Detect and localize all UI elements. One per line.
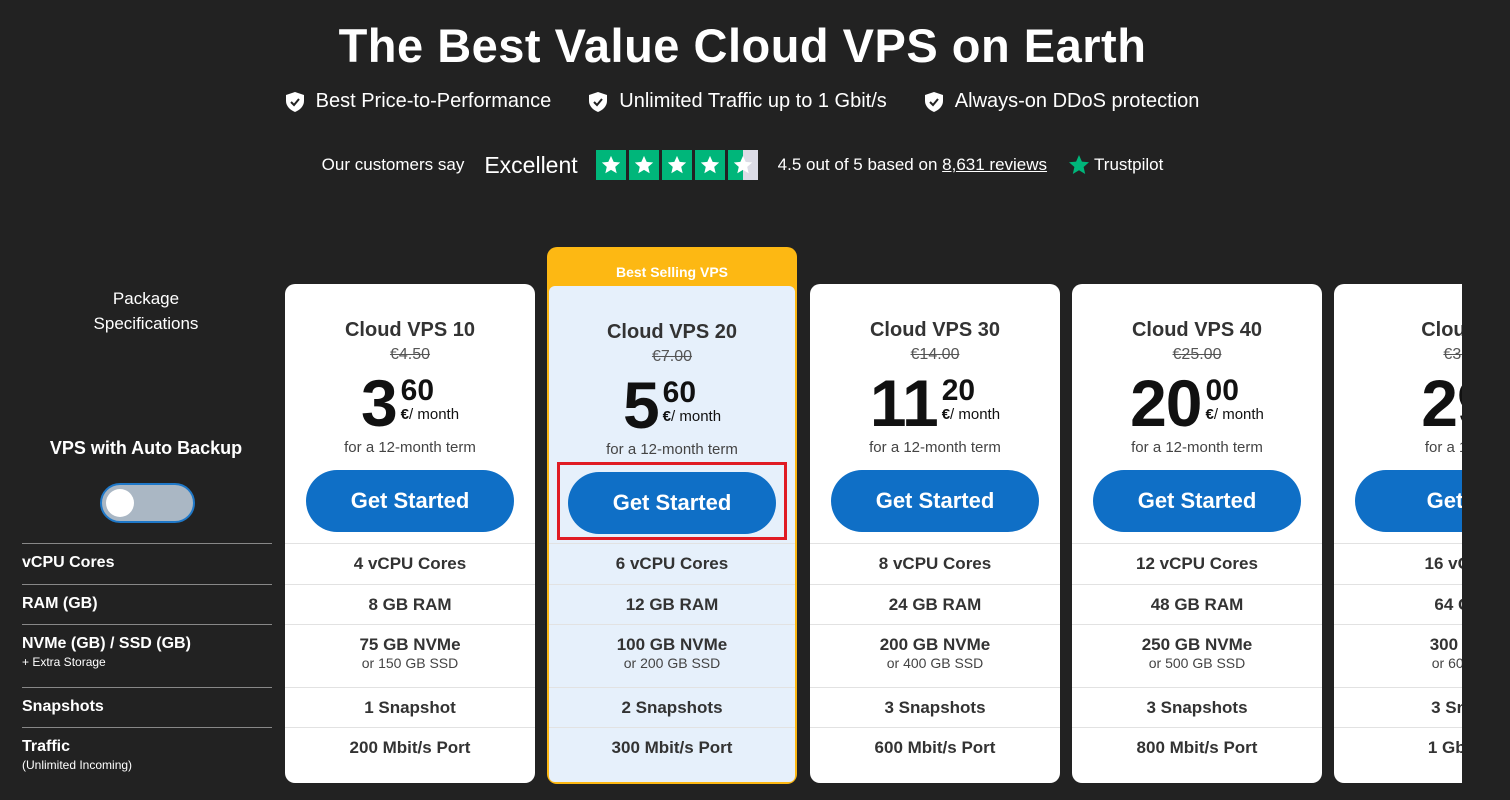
spec-label-vcpu: vCPU Cores: [22, 543, 272, 584]
plan-ram: 12 GB RAM: [549, 584, 795, 624]
plan-storage: 200 GB NVMe or 400 GB SSD: [810, 624, 1060, 687]
plan-card-vps-40: Cloud VPS 40 €25.00 20 00 €/ month for a …: [1072, 284, 1322, 783]
plan-traffic: 300 Mbit/s Port: [549, 727, 795, 782]
feature-label: Always-on DDoS protection: [954, 90, 1200, 112]
plan-price: 11 20 €/ month: [869, 366, 1001, 440]
trustpilot-logo[interactable]: Trustpilot: [1067, 153, 1163, 177]
rating-text: 4.5 out of 5 based on 8,631 reviews: [777, 155, 1048, 174]
get-started-button-vps-50[interactable]: Get St: [1355, 470, 1462, 532]
feature-item: Unlimited Traffic up to 1 Gbit/s: [589, 90, 887, 113]
plan-storage: 100 GB NVMe or 200 GB SSD: [549, 624, 795, 687]
toggle-knob: [106, 489, 134, 517]
plan-traffic: 800 Mbit/s Port: [1072, 727, 1322, 783]
plan-snapshots: 3 Snapshots: [810, 687, 1060, 727]
plan-card-vps-50: Cloud V €37. 29 for a 12-m Get St 16 vCP…: [1334, 284, 1462, 783]
plan-price: 5 60 €/ month: [622, 368, 722, 442]
plan-storage: 75 GB NVMe or 150 GB SSD: [285, 624, 535, 687]
trust-say: Our customers say: [321, 155, 465, 174]
plan-snapshots: 3 Snapshots: [1072, 687, 1322, 727]
half-star-icon: [727, 150, 758, 180]
plan-term: for a 12-month term: [344, 439, 476, 456]
plan-term: for a 12-month term: [869, 439, 1001, 456]
plan-card-vps-30: Cloud VPS 30 €14.00 11 20 €/ month for a …: [810, 284, 1060, 783]
best-selling-badge: Best Selling VPS: [615, 264, 729, 280]
plan-card-clip: Cloud V €37. 29 for a 12-m Get St 16 vCP…: [1334, 284, 1462, 783]
auto-backup-label: VPS with Auto Backup: [49, 438, 243, 458]
plan-ram: 48 GB RAM: [1072, 584, 1322, 624]
plan-old-price: €37.: [1443, 346, 1462, 363]
plan-ram: 64 GB: [1334, 584, 1462, 624]
spec-label-traffic: Traffic (Unlimited Incoming): [22, 727, 272, 777]
feature-item: Best Price-to-Performance: [285, 90, 552, 113]
plan-cpu: 8 vCPU Cores: [810, 543, 1060, 584]
page-title: The Best Value Cloud VPS on Earth: [338, 19, 1147, 72]
trustpilot-brand: Trustpilot: [1094, 155, 1164, 174]
plan-storage: 250 GB NVMe or 500 GB SSD: [1072, 624, 1322, 687]
plan-ram: 8 GB RAM: [285, 584, 535, 624]
get-started-button-vps-40[interactable]: Get Started: [1093, 470, 1301, 532]
get-started-button-vps-10[interactable]: Get Started: [306, 470, 514, 532]
feature-label: Best Price-to-Performance: [315, 90, 552, 112]
plan-snapshots: 1 Snapshot: [285, 687, 535, 727]
get-started-button-vps-30[interactable]: Get Started: [831, 470, 1039, 532]
plan-name: Cloud VPS 10: [344, 319, 476, 341]
auto-backup-toggle[interactable]: [100, 483, 195, 523]
plan-storage: 300 GBor 600 G: [1334, 624, 1462, 687]
plan-term: for a 12-month term: [1131, 439, 1263, 456]
shield-check-icon: [924, 91, 943, 112]
plan-cpu: 4 vCPU Cores: [285, 543, 535, 584]
spec-label-snapshots: Snapshots: [22, 687, 272, 727]
plan-cpu: 6 vCPU Cores: [549, 543, 795, 584]
trust-excellent: Excellent: [484, 151, 578, 178]
star-icon: [628, 150, 659, 180]
plan-card-vps-10: Cloud VPS 10 €4.50 3 60 €/ month for a 12…: [285, 284, 535, 783]
plan-cpu: 16 vCPU: [1334, 543, 1462, 584]
plan-price: 3 60 €/ month: [360, 366, 460, 440]
plan-name: Cloud VPS 30: [869, 319, 1001, 341]
plan-old-price: €25.00: [1172, 346, 1222, 363]
plan-snapshots: 3 Snap: [1334, 687, 1462, 727]
plan-old-price: €7.00: [651, 348, 693, 365]
trustpilot-star-icon: [1069, 155, 1090, 174]
feature-list: Best Price-to-Performance Unlimited Traf…: [0, 90, 1485, 113]
plan-old-price: €14.00: [910, 346, 960, 363]
plan-ram: 24 GB RAM: [810, 584, 1060, 624]
package-specifications-heading: Package Specifications: [93, 289, 199, 333]
plan-price: 29: [1421, 366, 1462, 440]
star-rating: [595, 150, 758, 180]
plan-name: Cloud VPS 40: [1131, 319, 1263, 341]
plan-cpu: 12 vCPU Cores: [1072, 543, 1322, 584]
feature-label: Unlimited Traffic up to 1 Gbit/s: [619, 90, 887, 112]
reviews-link[interactable]: 8,631 reviews: [942, 155, 1047, 174]
shield-check-icon: [285, 91, 304, 112]
trustpilot-bar: Our customers say Excellent 4.5 out of 5…: [0, 150, 1485, 180]
plan-snapshots: 2 Snapshots: [549, 687, 795, 727]
feature-item: Always-on DDoS protection: [924, 90, 1200, 113]
shield-check-icon: [589, 91, 608, 112]
plan-term: for a 12-m: [1424, 439, 1462, 456]
highlight-box: [557, 462, 787, 540]
plan-traffic: 200 Mbit/s Port: [285, 727, 535, 783]
star-icon: [694, 150, 725, 180]
plan-term: for a 12-month term: [606, 441, 738, 458]
plan-traffic: 600 Mbit/s Port: [810, 727, 1060, 783]
plan-price: 20 00 €/ month: [1130, 366, 1264, 440]
plan-name: Cloud VPS 20: [606, 321, 738, 343]
star-icon: [661, 150, 692, 180]
plan-traffic: 1 Gbit/s: [1334, 727, 1462, 783]
plan-old-price: €4.50: [389, 346, 431, 363]
spec-label-storage: NVMe (GB) / SSD (GB) + Extra Storage: [22, 624, 272, 687]
plan-name: Cloud V: [1421, 319, 1462, 341]
star-icon: [595, 150, 626, 180]
spec-label-ram: RAM (GB): [22, 584, 272, 624]
